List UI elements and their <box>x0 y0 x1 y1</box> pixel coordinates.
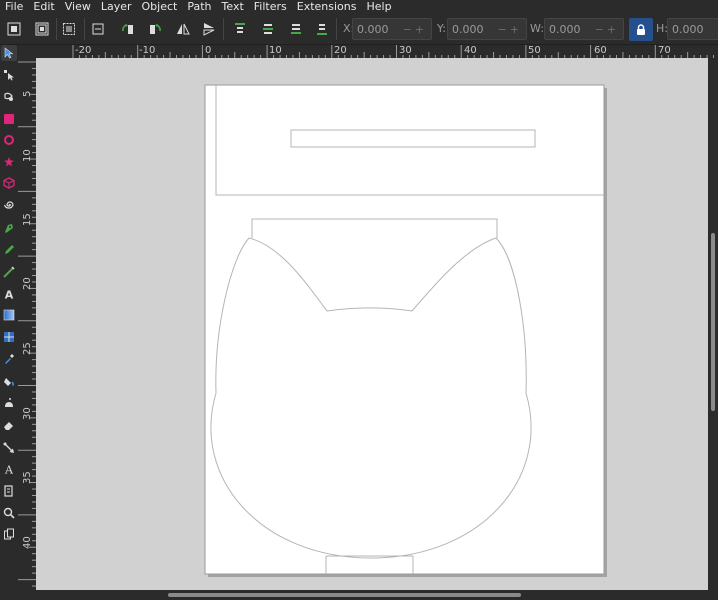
box3d-tool-icon[interactable] <box>1 175 17 191</box>
raise-icon[interactable] <box>258 19 278 39</box>
vruler-label: 20 <box>22 277 33 290</box>
h-value: 0.000 <box>672 22 704 36</box>
menu-help[interactable]: Help <box>361 0 396 13</box>
y-value: 0.000 <box>452 22 484 36</box>
connector-tool-icon[interactable] <box>1 440 17 456</box>
menu-bar: File Edit View Layer Object Path Text Fi… <box>0 0 718 13</box>
flip-horizontal-icon[interactable] <box>173 19 193 39</box>
hruler-label: 60 <box>594 45 607 56</box>
y-field[interactable]: 0.000 −+ <box>447 18 527 40</box>
vruler-label: 25 <box>22 342 33 355</box>
menu-edit[interactable]: Edit <box>28 0 59 13</box>
lower-icon[interactable] <box>286 19 306 39</box>
ruler-corner <box>18 45 36 58</box>
text-tool-icon[interactable]: A <box>1 286 17 302</box>
select-all-layers-icon[interactable] <box>32 19 52 39</box>
canvas-drawing <box>204 84 607 577</box>
pencil-tool-icon[interactable] <box>1 242 17 258</box>
vruler-label: 10 <box>22 149 33 162</box>
dropper-tool-icon[interactable] <box>1 351 17 367</box>
selector-tool-icon[interactable] <box>1 45 17 61</box>
node-tool-icon[interactable] <box>1 67 17 83</box>
menu-filters[interactable]: Filters <box>249 0 292 13</box>
vertical-scrollbar-thumb[interactable] <box>711 233 715 411</box>
lower-to-bottom-icon[interactable] <box>312 19 332 39</box>
spiral-tool-icon[interactable] <box>1 197 17 213</box>
deselect-icon[interactable] <box>59 19 79 39</box>
paint-bucket-tool-icon[interactable] <box>1 373 17 389</box>
menu-view[interactable]: View <box>60 0 96 13</box>
y-label: Y: <box>437 22 446 35</box>
x-field[interactable]: 0.000 −+ <box>352 18 432 40</box>
toolbox: A A <box>0 45 18 600</box>
measure-tool-icon[interactable] <box>1 483 17 499</box>
select-same-icon[interactable] <box>88 19 108 39</box>
hruler-label: 40 <box>464 45 477 56</box>
menu-extensions[interactable]: Extensions <box>292 0 362 13</box>
ellipse-tool-icon[interactable] <box>1 132 17 148</box>
vertical-ruler-ticks <box>18 61 36 587</box>
page[interactable] <box>204 84 605 575</box>
pages-tool-icon[interactable] <box>1 526 17 542</box>
hruler-label: -10 <box>139 45 156 56</box>
menu-layer[interactable]: Layer <box>96 0 137 13</box>
hruler-label: 20 <box>334 45 347 56</box>
rotate-ccw-icon[interactable] <box>118 19 138 39</box>
pen-tool-icon[interactable] <box>1 220 17 236</box>
tweak-tool-icon[interactable] <box>1 89 17 105</box>
zoom-tool-icon[interactable] <box>1 505 17 521</box>
vruler-label: 30 <box>22 407 33 420</box>
menu-path[interactable]: Path <box>182 0 216 13</box>
mesh-tool-icon[interactable] <box>1 329 17 345</box>
x-stepper[interactable]: −+ <box>403 23 427 36</box>
w-label: W: <box>530 22 544 35</box>
vruler-label: 5 <box>22 90 33 97</box>
svg-text:A: A <box>5 289 14 301</box>
lock-icon <box>637 23 645 35</box>
h-field[interactable]: 0.000 <box>667 18 718 40</box>
vruler-label: 15 <box>22 213 33 226</box>
star-tool-icon[interactable] <box>1 154 17 170</box>
eraser-tool-icon[interactable] <box>1 417 17 433</box>
lock-ratio-button[interactable] <box>629 18 653 41</box>
menu-text[interactable]: Text <box>217 0 249 13</box>
x-value: 0.000 <box>357 22 389 36</box>
vertical-scrollbar[interactable] <box>708 58 718 590</box>
vruler-label: 40 <box>22 536 33 549</box>
tool-controls-bar: X: 0.000 −+ Y: 0.000 −+ W: 0.000 −+ H: 0… <box>0 13 718 45</box>
vertical-ruler[interactable]: 5 10 15 20 25 30 35 40 <box>18 58 36 590</box>
lpe-tool-icon[interactable]: A <box>1 461 17 477</box>
w-stepper[interactable]: −+ <box>595 23 619 36</box>
select-all-icon[interactable] <box>4 19 24 39</box>
hruler-label: 0 <box>205 45 212 56</box>
svg-text:A: A <box>4 464 14 476</box>
spray-tool-icon[interactable] <box>1 395 17 411</box>
vruler-label: 35 <box>22 471 33 484</box>
horizontal-ruler[interactable]: -20 -10 0 10 20 30 40 50 60 70 <box>36 45 718 58</box>
w-value: 0.000 <box>549 22 581 36</box>
w-field[interactable]: 0.000 −+ <box>544 18 624 40</box>
gradient-tool-icon[interactable] <box>1 307 17 323</box>
hruler-label: 70 <box>658 45 671 56</box>
y-stepper[interactable]: −+ <box>498 23 522 36</box>
rotate-cw-icon[interactable] <box>145 19 165 39</box>
hruler-label: 30 <box>399 45 412 56</box>
rectangle-tool-icon[interactable] <box>1 111 17 127</box>
hruler-label: 50 <box>528 45 541 56</box>
calligraphy-tool-icon[interactable] <box>1 264 17 280</box>
drawing-canvas[interactable] <box>36 58 708 590</box>
flip-vertical-icon[interactable] <box>199 19 219 39</box>
hruler-label: 10 <box>269 45 282 56</box>
horizontal-scrollbar[interactable] <box>36 590 718 600</box>
horizontal-scrollbar-thumb[interactable] <box>168 593 521 597</box>
menu-file[interactable]: File <box>0 0 28 13</box>
hruler-label: -20 <box>75 45 92 56</box>
raise-to-top-icon[interactable] <box>230 19 250 39</box>
menu-object[interactable]: Object <box>137 0 183 13</box>
